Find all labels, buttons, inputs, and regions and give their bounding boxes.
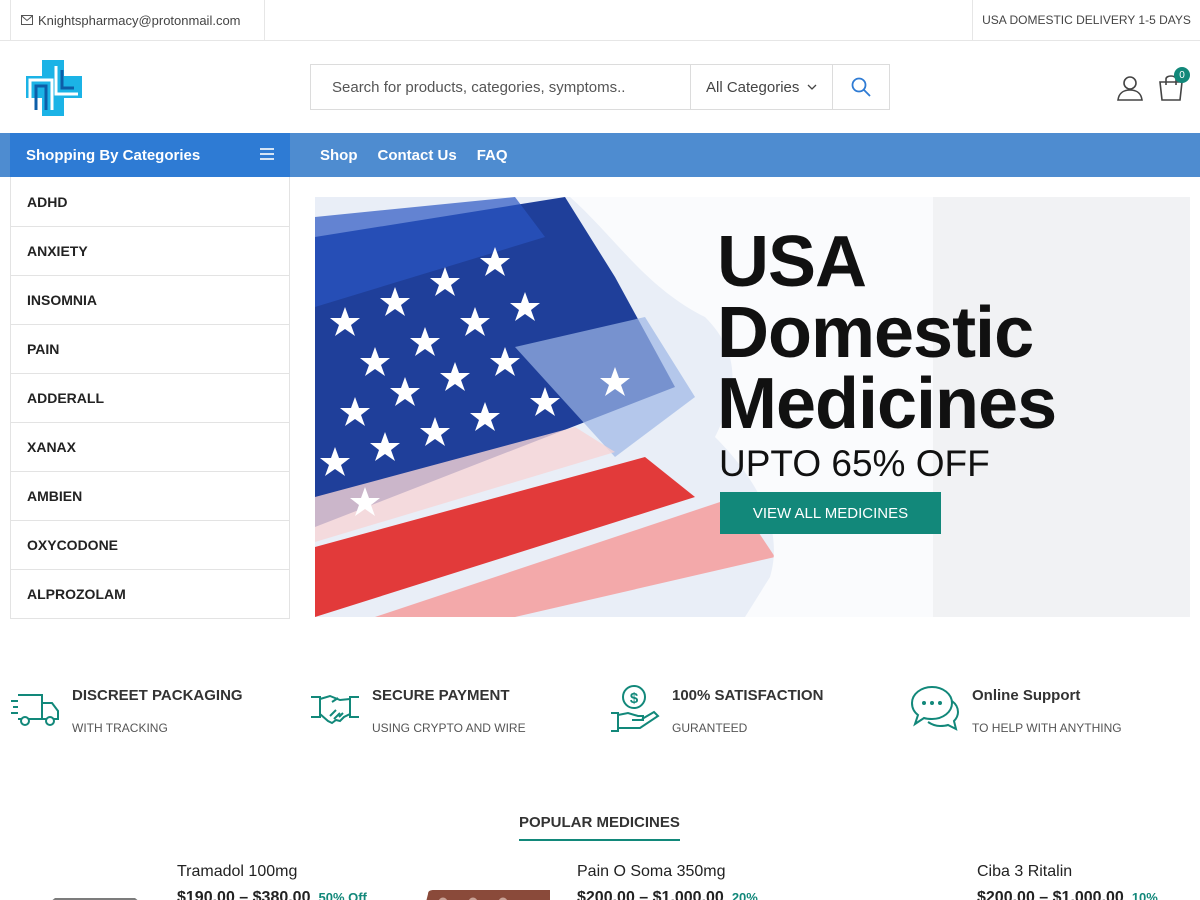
feature-title: SECURE PAYMENT: [372, 687, 510, 704]
category-select[interactable]: All Categories: [691, 65, 833, 109]
hero-banner[interactable]: USA Domestic Medicines UPTO 65% OFF VIEW…: [315, 197, 1190, 617]
product-price-high: $1,000.00: [652, 889, 724, 900]
delivery-truck-icon: [11, 694, 59, 726]
svg-text:$: $: [630, 690, 639, 707]
product-discount: 50% Off: [318, 890, 367, 900]
nav-link-contact-us[interactable]: Contact Us: [378, 147, 457, 164]
product-price: $190.00 – $380.00 50% Off: [177, 889, 367, 900]
feature-title: Online Support: [972, 687, 1081, 704]
feature-title: 100% SATISFACTION: [672, 687, 824, 704]
product-name[interactable]: Tramadol 100mg: [177, 863, 297, 881]
categories-toggle[interactable]: Shopping By Categories: [10, 133, 290, 177]
user-account-icon[interactable]: [1117, 75, 1143, 101]
product-price-low: $190.00: [177, 889, 235, 900]
product-image: [52, 898, 138, 900]
category-item-ambien[interactable]: AMBIEN: [11, 471, 289, 520]
product-price-low: $200.00: [977, 889, 1035, 900]
menu-icon: [260, 148, 274, 160]
banner-headline-line-1: USA: [717, 222, 867, 302]
feature-subtitle: WITH TRACKING: [72, 721, 168, 735]
chevron-down-icon: [807, 84, 817, 90]
feature-title: DISCREET PACKAGING: [72, 687, 243, 704]
search-bar: All Categories: [310, 64, 890, 110]
nav-links: Shop Contact Us FAQ: [320, 133, 508, 177]
category-item-pain[interactable]: PAIN: [11, 324, 289, 373]
delivery-notice: USA DOMESTIC DELIVERY 1-5 DAYS: [972, 0, 1200, 40]
feature-subtitle: USING CRYPTO AND WIRE: [372, 721, 526, 735]
banner-subtitle: UPTO 65% OFF: [719, 443, 990, 484]
feature-subtitle: GURANTEED: [672, 721, 748, 735]
category-item-insomnia[interactable]: INSOMNIA: [11, 275, 289, 324]
category-item-alprozolam[interactable]: ALPROZOLAM: [11, 569, 289, 618]
site-logo[interactable]: [26, 60, 82, 116]
money-hand-icon: $: [611, 685, 660, 732]
feature-discreet-packaging: DISCREET PACKAGING WITH TRACKING: [10, 683, 300, 743]
product-image: [810, 888, 950, 900]
search-button[interactable]: [833, 65, 889, 109]
banner-headline: USA Domestic Medicines: [717, 222, 1057, 444]
product-discount: 20%: [731, 890, 758, 900]
popular-medicines-heading: POPULAR MEDICINES: [519, 814, 680, 841]
category-item-adderall[interactable]: ADDERALL: [11, 373, 289, 422]
category-list: ADHD ANXIETY INSOMNIA PAIN ADDERALL XANA…: [10, 177, 290, 619]
search-input[interactable]: [311, 65, 691, 109]
handshake-icon: [311, 694, 359, 725]
category-item-anxiety[interactable]: ANXIETY: [11, 226, 289, 275]
product-card[interactable]: Ciba 3 Ritalin $200.00 – $1,000.00 10%: [800, 862, 1200, 900]
cart-count-badge: 0: [1174, 67, 1190, 83]
feature-secure-payment: SECURE PAYMENT USING CRYPTO AND WIRE: [310, 683, 600, 743]
contact-email[interactable]: Knightspharmacy@protonmail.com: [10, 0, 265, 40]
product-price: $200.00 – $1,000.00 10%: [977, 889, 1158, 900]
category-item-adhd[interactable]: ADHD: [11, 177, 289, 226]
banner-headline-line-2: Domestic: [717, 293, 1034, 373]
search-icon: [851, 77, 871, 97]
top-bar: Knightspharmacy@protonmail.com USA DOMES…: [0, 0, 1200, 41]
product-price: $200.00 – $1,000.00 20%: [577, 889, 758, 900]
feature-satisfaction: $ 100% SATISFACTION GURANTEED: [610, 683, 900, 743]
categories-toggle-label: Shopping By Categories: [26, 146, 201, 164]
product-discount: 10%: [1131, 890, 1158, 900]
product-image: [426, 890, 550, 900]
product-name[interactable]: Pain O Soma 350mg: [577, 863, 726, 881]
product-price-high: $380.00: [252, 889, 311, 900]
product-price-low: $200.00: [577, 889, 635, 900]
chat-bubbles-icon: [910, 685, 960, 731]
category-item-xanax[interactable]: XANAX: [11, 422, 289, 471]
banner-headline-line-3: Medicines: [717, 364, 1057, 444]
product-card[interactable]: Tramadol 100mg $190.00 – $380.00 50% Off: [0, 862, 400, 900]
contact-email-text: Knightspharmacy@protonmail.com: [38, 12, 241, 28]
nav-link-faq[interactable]: FAQ: [477, 147, 508, 164]
product-card[interactable]: Pain O Soma 350mg $200.00 – $1,000.00 20%: [400, 862, 800, 900]
feature-subtitle: TO HELP WITH ANYTHING: [972, 721, 1122, 735]
mail-icon: [21, 15, 33, 25]
category-select-value: All Categories: [706, 78, 800, 96]
view-all-medicines-button[interactable]: VIEW ALL MEDICINES: [720, 492, 941, 534]
cart-button[interactable]: 0: [1158, 67, 1190, 101]
product-price-high: $1,000.00: [1052, 889, 1124, 900]
nav-link-shop[interactable]: Shop: [320, 147, 358, 164]
category-item-oxycodone[interactable]: OXYCODONE: [11, 520, 289, 569]
feature-online-support: Online Support TO HELP WITH ANYTHING: [910, 683, 1200, 743]
product-name[interactable]: Ciba 3 Ritalin: [977, 863, 1072, 881]
